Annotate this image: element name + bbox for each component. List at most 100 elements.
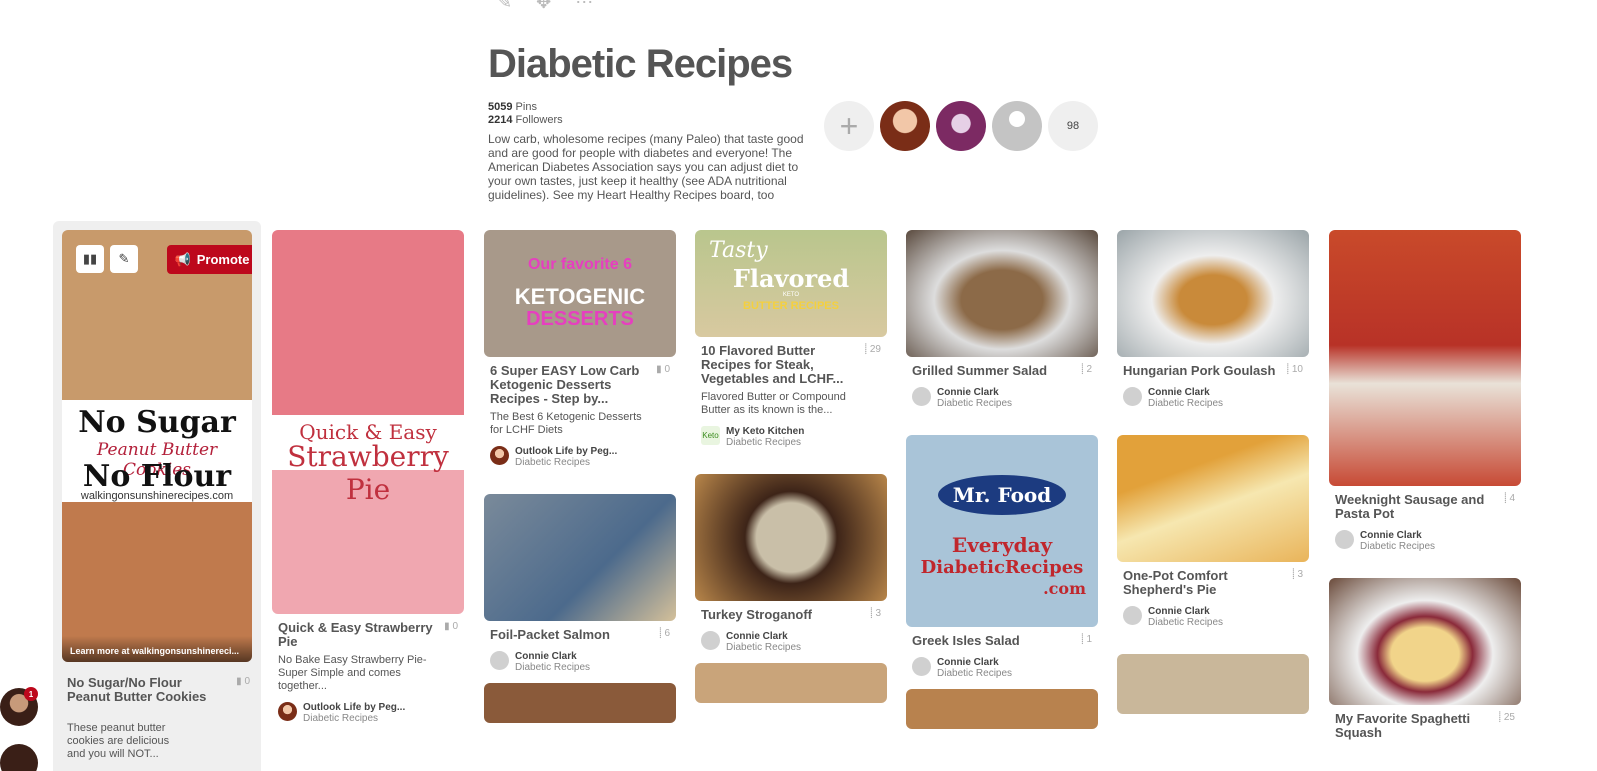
pin-card-sausage-pasta[interactable]: Weeknight Sausage and Pasta Pot ⸽ 4 Conn… xyxy=(1329,230,1521,552)
image-caption: KETO xyxy=(782,292,800,298)
pin-image[interactable] xyxy=(1117,654,1309,714)
pin-count: ⸽ 2 xyxy=(1081,363,1092,377)
pin-image[interactable] xyxy=(1329,230,1521,486)
pencil-icon[interactable]: ✎ xyxy=(497,0,512,13)
pin-card-peanut-butter-cookies[interactable]: No Sugar Peanut Butter Cookies No Flour … xyxy=(53,221,261,771)
pin-attribution[interactable]: Outlook Life by Peg... Diabetic Recipes xyxy=(272,693,464,724)
pin-card-flavored-butter[interactable]: Tasty Flavored KETO BUTTER RECIPES 10 Fl… xyxy=(695,230,887,448)
plus-icon: + xyxy=(839,107,859,144)
pin-title[interactable]: 10 Flavored Butter Recipes for Steak, Ve… xyxy=(695,337,887,386)
pinner-name: Connie Clark xyxy=(1148,387,1210,398)
pin-image[interactable]: Quick & Easy Strawberry Pie xyxy=(272,230,464,614)
pin-title-text: Quick & Easy Strawberry Pie xyxy=(278,620,433,649)
image-caption: Strawberry Pie xyxy=(287,440,449,506)
pin-description: No Bake Easy Strawberry Pie- Super Simpl… xyxy=(278,654,427,692)
pin-image[interactable] xyxy=(1329,578,1521,705)
pin-count: ⸽ 6 xyxy=(659,627,670,641)
pin-attribution[interactable]: Connie Clark Diabetic Recipes xyxy=(906,648,1098,679)
pin-image[interactable] xyxy=(695,474,887,601)
pin-attribution[interactable]: Connie Clark Diabetic Recipes xyxy=(906,378,1098,409)
collaborator-avatar[interactable] xyxy=(992,101,1042,151)
pin-attribution[interactable]: Connie Clark Diabetic Recipes xyxy=(1329,521,1521,552)
pin-title[interactable]: Quick & Easy Strawberry Pie ▮ 0 xyxy=(272,614,464,649)
followers-stat[interactable]: 2214 Followers xyxy=(488,114,563,127)
pin-image[interactable] xyxy=(906,230,1098,357)
pin-card-keto-desserts[interactable]: Our favorite 6 KETOGENIC DESSERTS 6 Supe… xyxy=(484,230,676,468)
pin-attribution[interactable]: Connie Clark Diabetic Recipes xyxy=(484,642,676,673)
pins-stat[interactable]: 5059 Pins xyxy=(488,101,563,114)
image-caption: walkingonsunshinerecipes.com xyxy=(80,490,234,502)
pin-image[interactable] xyxy=(1117,435,1309,562)
pin-attribution[interactable]: Outlook Life by Peg... Diabetic Recipes xyxy=(484,437,676,468)
image-caption: Mr. Food xyxy=(952,483,1052,507)
move-icon[interactable]: ✥ xyxy=(536,0,551,13)
pin-card-greek-isles-salad[interactable]: Mr. Food Everyday DiabeticRecipes .com G… xyxy=(906,435,1098,679)
image-caption: No Sugar xyxy=(78,405,236,440)
more-icon[interactable]: ⋯ xyxy=(575,0,593,13)
collaborator-avatar[interactable] xyxy=(936,101,986,151)
board-stats: 5059 Pins 2214 Followers xyxy=(488,101,563,127)
pin-title[interactable]: Foil-Packet Salmon ⸽ 6 xyxy=(484,621,676,642)
pin-title-text: Hungarian Pork Goulash xyxy=(1123,363,1276,378)
pin-title[interactable]: One-Pot Comfort Shepherd's Pie ⸽ 3 xyxy=(1117,562,1309,597)
pin-image[interactable] xyxy=(1117,230,1309,357)
pin-title-text: Grilled Summer Salad xyxy=(912,363,1048,378)
pin-card-turkey-stroganoff[interactable]: Turkey Stroganoff ⸽ 3 Connie Clark Diabet… xyxy=(695,474,887,653)
pin-count: ⸽ 4 xyxy=(1504,492,1515,506)
pin-icon: ⸽ xyxy=(1504,493,1507,504)
pin-column: Tasty Flavored KETO BUTTER RECIPES 10 Fl… xyxy=(695,230,887,713)
stats-icon[interactable]: ▮▮ xyxy=(76,245,104,273)
add-collaborator-button[interactable]: + xyxy=(824,101,874,151)
stat-value: 4 xyxy=(1509,493,1515,504)
chat-avatar[interactable] xyxy=(0,744,38,771)
promote-label: Promote xyxy=(196,252,250,267)
pin-image[interactable] xyxy=(484,683,676,723)
pin-title[interactable]: Hungarian Pork Goulash ⸽ 10 xyxy=(1117,357,1309,378)
learn-more-link[interactable]: Learn more at walkingonsunshinereci... xyxy=(62,636,252,662)
pin-image[interactable] xyxy=(906,689,1098,729)
pin-card-foil-salmon[interactable]: Foil-Packet Salmon ⸽ 6 Connie Clark Diabe… xyxy=(484,494,676,673)
pin-image[interactable]: No Sugar Peanut Butter Cookies No Flour … xyxy=(62,230,252,662)
pin-card-partial[interactable] xyxy=(906,689,1098,729)
stat-value: 1 xyxy=(1086,634,1092,645)
pin-title[interactable]: Weeknight Sausage and Pasta Pot ⸽ 4 xyxy=(1329,486,1521,521)
pin-attribution[interactable]: Keto My Keto Kitchen Diabetic Recipes xyxy=(695,417,887,448)
pin-image[interactable]: Our favorite 6 KETOGENIC DESSERTS xyxy=(484,230,676,357)
pin-title[interactable]: 6 Super EASY Low Carb Ketogenic Desserts… xyxy=(484,357,676,406)
image-caption: Everyday xyxy=(951,533,1053,557)
pin-title[interactable]: Greek Isles Salad ⸽ 1 xyxy=(906,627,1098,648)
pin-icon: ⸽ xyxy=(870,608,873,619)
pin-card-hungarian-goulash[interactable]: Hungarian Pork Goulash ⸽ 10 Connie Clark… xyxy=(1117,230,1309,409)
pin-card-partial[interactable] xyxy=(695,663,887,703)
pin-image[interactable]: Tasty Flavored KETO BUTTER RECIPES xyxy=(695,230,887,337)
pin-card-partial[interactable] xyxy=(1117,654,1309,714)
pin-title[interactable]: My Favorite Spaghetti Squash ⸽ 25 xyxy=(1329,705,1521,740)
pin-image[interactable] xyxy=(695,663,887,703)
pin-image[interactable]: Mr. Food Everyday DiabeticRecipes .com xyxy=(906,435,1098,627)
promote-button[interactable]: 📢 Promote xyxy=(167,245,252,274)
avatar xyxy=(1123,606,1142,625)
pin-title-text: Weeknight Sausage and Pasta Pot xyxy=(1335,492,1485,521)
pin-card-grilled-salad[interactable]: Grilled Summer Salad ⸽ 2 Connie Clark Dia… xyxy=(906,230,1098,409)
more-collaborators-button[interactable]: 98 xyxy=(1048,101,1098,151)
board-name: Diabetic Recipes xyxy=(303,713,379,724)
pin-title[interactable]: Grilled Summer Salad ⸽ 2 xyxy=(906,357,1098,378)
pin-card-shepherds-pie[interactable]: One-Pot Comfort Shepherd's Pie ⸽ 3 Conni… xyxy=(1117,435,1309,628)
pin-card-partial[interactable] xyxy=(484,683,676,723)
collaborator-avatar[interactable] xyxy=(880,101,930,151)
board-description: Low carb, wholesome recipes (many Paleo)… xyxy=(488,132,804,202)
image-caption: DESSERTS xyxy=(526,308,634,330)
pin-attribution[interactable]: Connie Clark Diabetic Recipes xyxy=(1117,378,1309,409)
pin-attribution[interactable]: Connie Clark Diabetic Recipes xyxy=(695,622,887,653)
pin-card-spaghetti-squash[interactable]: My Favorite Spaghetti Squash ⸽ 25 xyxy=(1329,578,1521,740)
pin-title[interactable]: No Sugar/No Flour Peanut Butter Cookies … xyxy=(61,669,256,704)
stat-value: 10 xyxy=(1291,364,1303,375)
pencil-icon[interactable]: ✎ xyxy=(110,245,138,273)
pin-image[interactable] xyxy=(484,494,676,621)
pin-attribution[interactable]: Connie Clark Diabetic Recipes xyxy=(1117,597,1309,628)
pin-description: These peanut butter cookies are deliciou… xyxy=(67,722,170,760)
megaphone-icon: 📢 xyxy=(174,251,191,267)
pin-title[interactable]: Turkey Stroganoff ⸽ 3 xyxy=(695,601,887,622)
pin-card-strawberry-pie[interactable]: Quick & Easy Strawberry Pie Quick & Easy… xyxy=(272,230,464,724)
stat-value: 6 xyxy=(664,628,670,639)
